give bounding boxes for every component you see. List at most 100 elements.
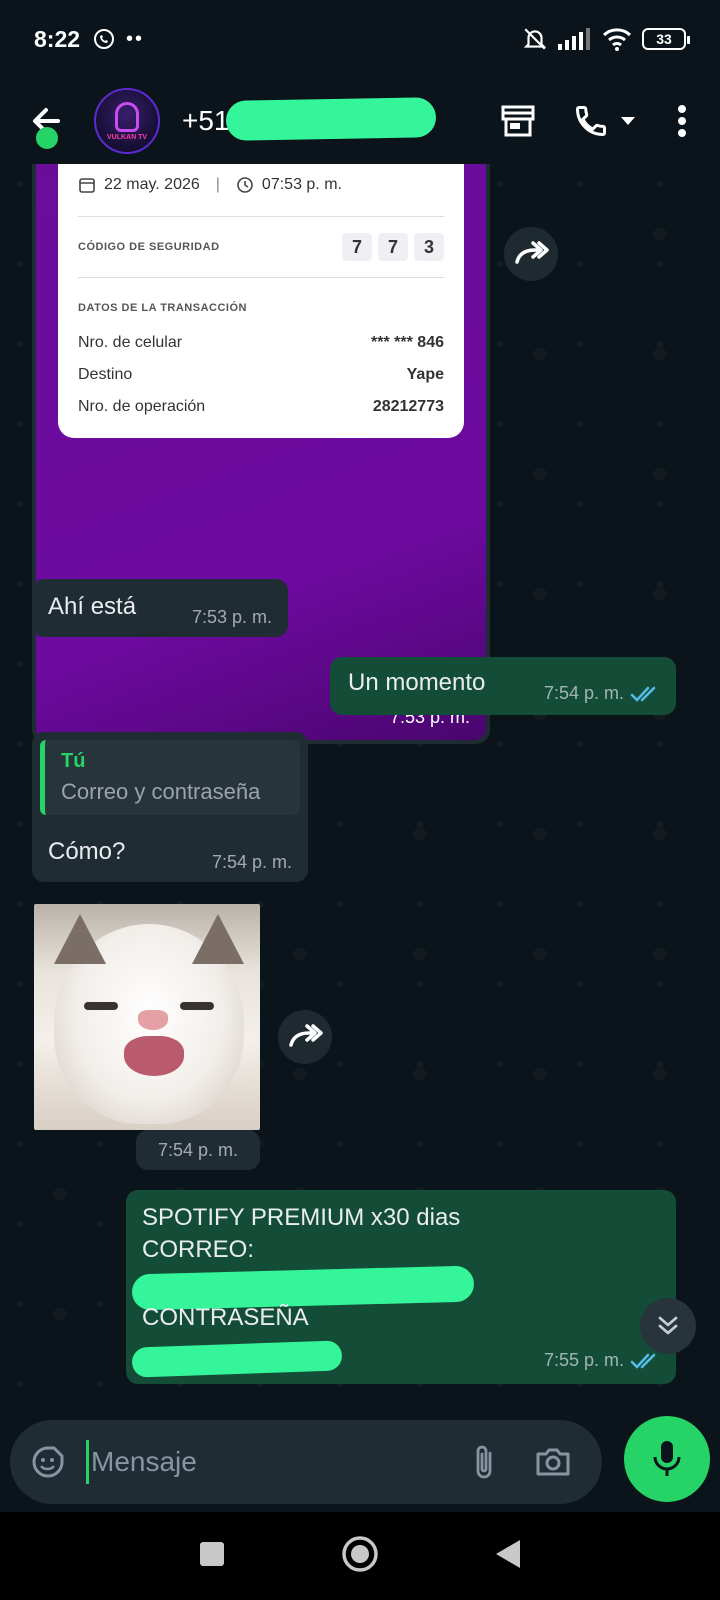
- home-button[interactable]: [341, 1535, 379, 1578]
- dropdown-caret-icon: [621, 117, 635, 125]
- back-button[interactable]: [24, 97, 72, 149]
- receipt-date: 22 may. 2026: [104, 176, 200, 193]
- contact-name[interactable]: +51: [182, 97, 442, 141]
- message-line: SPOTIFY PREMIUM x30 dias: [142, 1204, 461, 1231]
- sticker-time-chip: 7:54 p. m.: [136, 1130, 260, 1170]
- unread-dot: [36, 127, 58, 149]
- voice-message-button[interactable]: [624, 1416, 710, 1502]
- receipt-background: 22 may. 2026 | 07:53 p. m. CÓDIGO DE SEG…: [36, 164, 486, 740]
- triangle-back-icon: [496, 1539, 521, 1568]
- divider: [78, 216, 444, 217]
- transaction-row: Nro. de celular *** *** 846: [78, 334, 444, 352]
- clock-icon: [237, 177, 253, 193]
- chat-header: VULKAN TV +51: [0, 78, 720, 164]
- system-navigation-bar: [0, 1512, 720, 1600]
- sticker-icon: [32, 1446, 64, 1478]
- wifi-icon: [602, 28, 632, 51]
- header-actions: [498, 101, 692, 141]
- paperclip-icon: [476, 1445, 492, 1479]
- recents-button[interactable]: [198, 1540, 226, 1573]
- security-code: 7 7 3: [342, 233, 444, 261]
- forward-icon: [515, 241, 549, 264]
- overflow-menu-button[interactable]: [672, 101, 692, 141]
- row-value: 28212773: [372, 398, 444, 415]
- double-check-icon: [630, 1353, 656, 1369]
- message-input[interactable]: [86, 1440, 452, 1484]
- incoming-message[interactable]: Ahí está 7:53 p. m.: [32, 579, 288, 637]
- forward-button[interactable]: [278, 1010, 332, 1064]
- avatar[interactable]: VULKAN TV: [94, 88, 160, 154]
- chat-area[interactable]: 22 may. 2026 | 07:53 p. m. CÓDIGO DE SEG…: [0, 164, 720, 1420]
- receipt-time: 07:53 p. m.: [261, 176, 342, 193]
- row-label: Nro. de operación: [78, 398, 206, 415]
- security-digit: 3: [414, 233, 444, 261]
- bell-muted-icon: [523, 28, 547, 50]
- row-label: Nro. de celular: [78, 334, 183, 351]
- whatsapp-icon: [94, 29, 115, 49]
- row-value: *** *** 846: [371, 334, 444, 351]
- outgoing-message[interactable]: SPOTIFY PREMIUM x30 dias CORREO: CONTRAS…: [126, 1190, 676, 1384]
- message-meta: 7:54 p. m.: [544, 683, 660, 704]
- message-time: 7:54 p. m.: [211, 852, 292, 872]
- row-value: Yape: [406, 366, 444, 383]
- receipt-datetime: 22 may. 2026 | 07:53 p. m.: [78, 164, 444, 194]
- transaction-section: DATOS DE LA TRANSACCIÓN Nro. de celular …: [78, 302, 444, 416]
- status-time: 8:22: [34, 25, 81, 52]
- security-digit: 7: [342, 233, 372, 261]
- scroll-to-bottom-button[interactable]: [640, 1298, 696, 1354]
- message-line: CONTRASEÑA: [142, 1304, 309, 1331]
- row-label: Destino: [78, 366, 133, 383]
- status-bar: 8:22 •• 33: [0, 0, 720, 78]
- redaction-mark: [225, 97, 437, 141]
- cat-face: [54, 914, 244, 1124]
- double-check-icon: [630, 686, 656, 702]
- avatar-logo: [115, 101, 139, 132]
- call-button[interactable]: [568, 101, 642, 141]
- cat-nose: [138, 1010, 168, 1030]
- separator: |: [215, 176, 220, 193]
- double-chevron-down-icon: [658, 1316, 678, 1335]
- security-digit: 7: [378, 233, 408, 261]
- incoming-reply-message[interactable]: Tú Correo y contraseña Cómo? 7:54 p. m.: [32, 732, 308, 882]
- divider: [78, 277, 444, 278]
- sticker-button[interactable]: [30, 1442, 66, 1482]
- status-icons: 33: [522, 26, 690, 52]
- cat-eye: [84, 1002, 118, 1010]
- message-time: 7:55 p. m.: [543, 1350, 624, 1370]
- cat-mouth: [124, 1036, 184, 1076]
- store-icon: [501, 105, 535, 137]
- signal-icon: [558, 28, 590, 50]
- avatar-text: VULKAN TV: [106, 133, 148, 141]
- catalog-button[interactable]: [498, 101, 538, 141]
- square-icon: [199, 1541, 224, 1566]
- forward-icon: [289, 1024, 323, 1047]
- microphone-icon: [653, 1441, 681, 1476]
- attach-button[interactable]: [468, 1442, 500, 1482]
- phone-icon: [575, 106, 606, 137]
- cat-eye: [180, 1002, 214, 1010]
- cat-sticker[interactable]: [34, 904, 260, 1130]
- message-meta: 7:55 p. m.: [544, 1350, 660, 1371]
- quoted-message[interactable]: Tú Correo y contraseña: [40, 740, 300, 815]
- forward-button[interactable]: [504, 227, 558, 281]
- camera-icon: [536, 1448, 570, 1476]
- contact-prefix: +51: [182, 105, 230, 136]
- home-circle-icon: [342, 1535, 378, 1572]
- message-text: Un momento: [348, 669, 486, 696]
- message-text: Ahí está: [48, 593, 137, 620]
- transaction-row: Nro. de operación 28212773: [78, 398, 444, 416]
- message-time: 7:54 p. m.: [543, 683, 624, 703]
- receipt-card: 22 may. 2026 | 07:53 p. m. CÓDIGO DE SEG…: [58, 164, 464, 438]
- message-line: CORREO:: [142, 1236, 255, 1263]
- quote-text: Correo y contraseña: [61, 779, 261, 804]
- camera-button[interactable]: [534, 1442, 572, 1482]
- outgoing-message[interactable]: Un momento 7:54 p. m.: [330, 657, 676, 715]
- quote-author: Tú: [61, 750, 86, 772]
- kebab-menu-icon: [678, 105, 686, 137]
- nav-back-button[interactable]: [494, 1538, 522, 1575]
- calendar-icon: [79, 178, 95, 193]
- security-code-label: CÓDIGO DE SEGURIDAD: [78, 241, 220, 253]
- message-time: 7:53 p. m.: [191, 607, 272, 627]
- redacted-password: [131, 1340, 343, 1378]
- battery-indicator: 33: [642, 28, 690, 50]
